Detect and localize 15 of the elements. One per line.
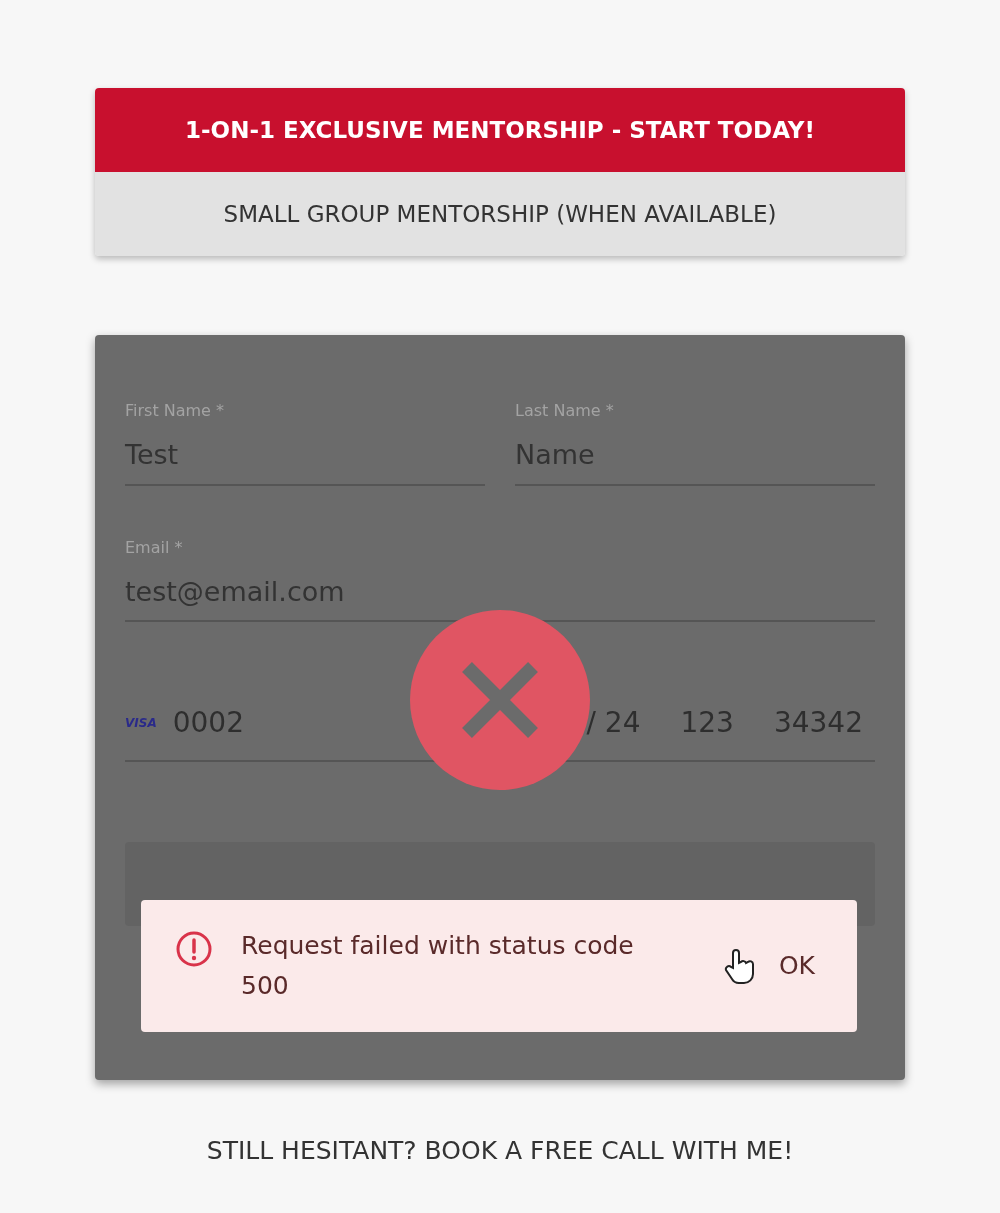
card-number: 0002: [172, 705, 244, 741]
alert-icon: [175, 930, 213, 968]
ok-button[interactable]: OK: [766, 939, 827, 993]
card-expiry: / 24: [586, 705, 641, 741]
plan-option[interactable]: SMALL GROUP MENTORSHIP (WHEN AVAILABLE): [95, 172, 905, 256]
book-call-link[interactable]: STILL HESITANT? BOOK A FREE CALL WITH ME!: [206, 1132, 794, 1170]
hand-cursor-icon: [722, 948, 755, 984]
field-label: First Name *: [125, 400, 225, 422]
field-label: Last Name *: [515, 400, 614, 422]
plan-option[interactable]: 1-ON-1 EXCLUSIVE MENTORSHIP - START TODAY!: [95, 88, 905, 172]
field-label: Email *: [125, 536, 183, 559]
card-zip: 34342: [773, 705, 863, 741]
card-cvc: 123: [680, 705, 734, 741]
error-message: Request failed with status code 500: [241, 930, 635, 1002]
card-brand-logo: VISA: [125, 715, 157, 732]
